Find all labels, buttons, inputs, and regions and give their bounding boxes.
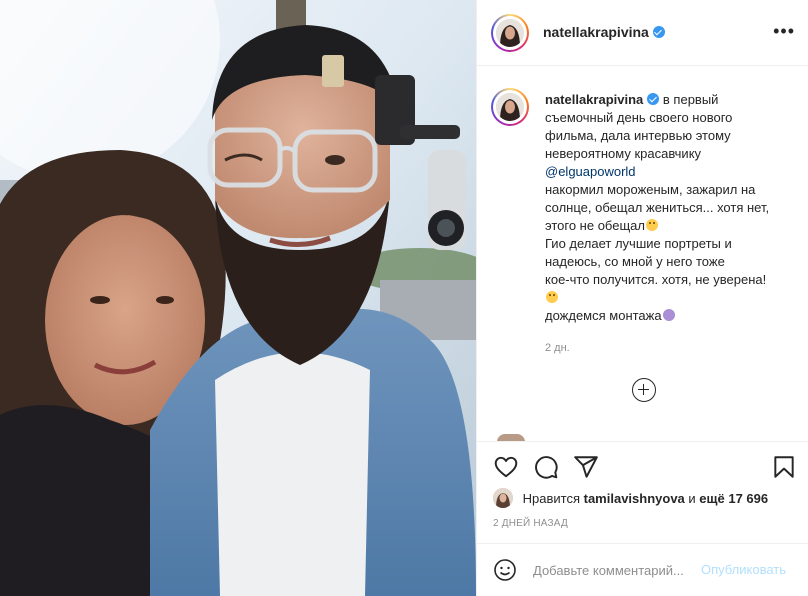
post-date[interactable]: 2 ДНЕЙ НАЗАД bbox=[493, 518, 568, 529]
smiley-icon[interactable] bbox=[493, 558, 517, 582]
publish-button[interactable]: Опубликовать bbox=[701, 562, 786, 577]
caption-text: съемочный день своего нового bbox=[545, 110, 733, 125]
caption-time-ago[interactable]: 2 дн. bbox=[545, 342, 570, 354]
caption-username[interactable]: natellakrapivina bbox=[545, 92, 643, 107]
likes-count-link[interactable]: ещё 17 696 bbox=[699, 491, 768, 506]
load-more-comments-icon[interactable] bbox=[632, 378, 656, 402]
liker-avatar[interactable] bbox=[493, 488, 513, 508]
verified-badge-icon bbox=[652, 26, 665, 38]
bookmark-icon[interactable] bbox=[771, 454, 797, 480]
selfie-photo-image bbox=[0, 0, 476, 596]
caption-text: невероятному красавчику bbox=[545, 146, 702, 161]
caption-text: солнце, обещал жениться... хотя нет, bbox=[545, 200, 770, 215]
post-caption: natellakrapivina в первый съемочный день… bbox=[545, 91, 791, 325]
post-photo[interactable] bbox=[0, 0, 476, 596]
likes-conjunction: и bbox=[688, 491, 696, 506]
post-header: natellakrapivina ••• bbox=[477, 0, 808, 66]
comment-bar: Опубликовать bbox=[477, 543, 808, 596]
liker-username[interactable]: tamilavishnyova bbox=[584, 491, 685, 506]
caption-text: накормил мороженым, зажарил на bbox=[545, 182, 756, 197]
caption-text: фильма, дала интервью этому bbox=[545, 128, 731, 143]
caption-text: этого не обещал bbox=[545, 218, 645, 233]
comment-icon[interactable] bbox=[533, 454, 559, 480]
smiling-emoji-icon bbox=[546, 291, 558, 303]
author-name-row: natellakrapivina bbox=[543, 24, 665, 42]
comment-input[interactable] bbox=[533, 561, 703, 579]
post-details-panel: natellakrapivina ••• natellakrapivina в … bbox=[476, 0, 808, 596]
heart-icon[interactable] bbox=[493, 454, 519, 480]
post-actions bbox=[477, 441, 808, 493]
author-avatar[interactable] bbox=[491, 14, 529, 52]
caption-text: надеюсь, со мной у него тоже bbox=[545, 254, 725, 269]
caption-text: Гио делает лучшие портреты и bbox=[545, 236, 732, 251]
smiling-emoji-icon bbox=[645, 219, 658, 231]
caption-avatar[interactable] bbox=[491, 88, 529, 126]
caption-text: дождемся монтажа bbox=[545, 308, 662, 323]
mention-link[interactable]: @elguapoworld bbox=[545, 164, 636, 179]
likes-prefix: Нравится bbox=[522, 491, 580, 506]
send-icon[interactable] bbox=[573, 454, 599, 480]
more-horizontal-icon[interactable]: ••• bbox=[773, 22, 795, 40]
verified-badge-icon bbox=[647, 93, 660, 105]
caption-text: кое-что получится. хотя, не уверена! bbox=[545, 272, 767, 287]
author-username[interactable]: natellakrapivina bbox=[543, 24, 649, 40]
smiling-devil-emoji-icon bbox=[662, 309, 675, 321]
caption-text: в первый bbox=[662, 92, 719, 107]
likes-summary: Нравится tamilavishnyova и ещё 17 696 bbox=[493, 488, 768, 508]
